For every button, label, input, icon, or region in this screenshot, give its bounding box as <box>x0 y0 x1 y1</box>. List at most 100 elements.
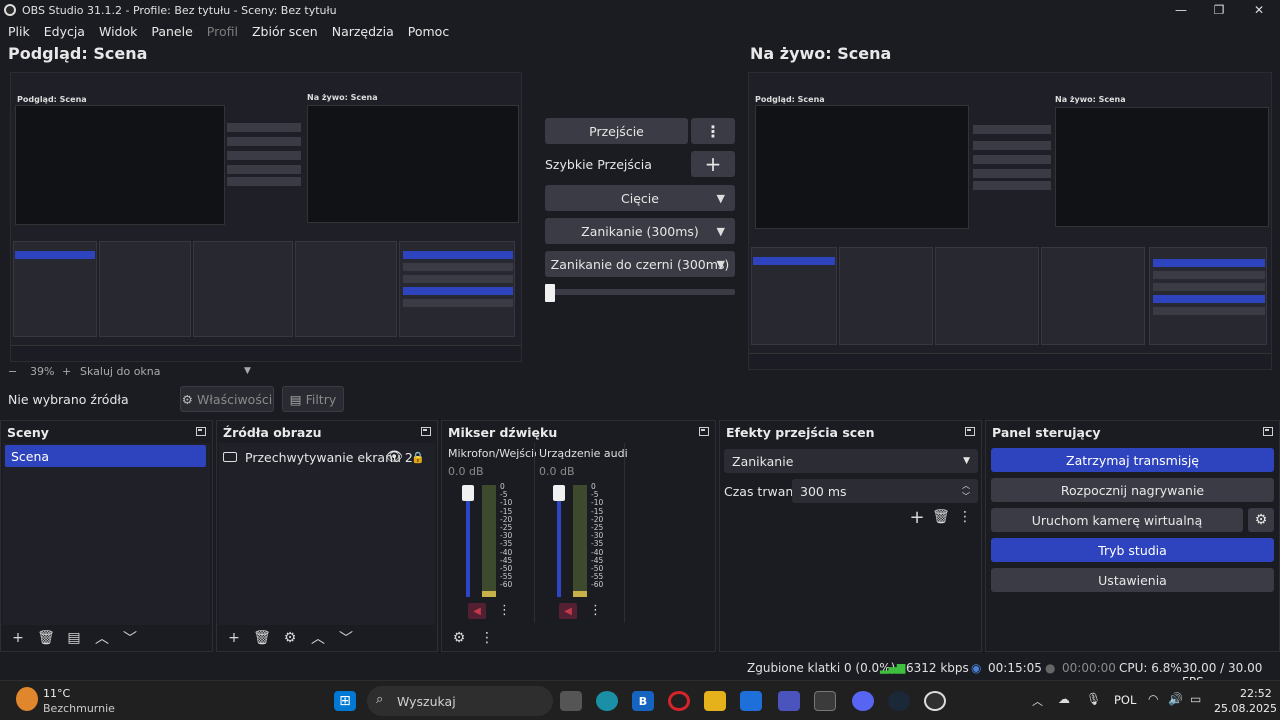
taskbar-search[interactable]: ⌕ Wyszukaj <box>367 686 553 716</box>
advanced-audio-gear-icon[interactable]: ⚙ <box>448 628 470 648</box>
channel-volume-db: 0.0 dB <box>539 465 575 478</box>
properties-button[interactable]: ⚙ Właściwości <box>180 386 274 412</box>
quick-transition-fade[interactable]: Zanikanie (300ms) ▼ <box>545 218 735 244</box>
windows-taskbar: 11°C Bezchmurnie ⊞ ⌕ Wyszukaj B ︿ ☁ 🎙 PO… <box>0 680 1280 720</box>
menu-file[interactable]: Plik <box>8 24 30 39</box>
move-up-chevron-up-icon[interactable]: ︿ <box>307 628 329 648</box>
undock-icon[interactable] <box>196 427 206 436</box>
task-view-icon[interactable] <box>560 691 582 711</box>
discord-icon[interactable] <box>852 691 874 711</box>
transition-select[interactable]: Zanikanie ▼ <box>724 449 978 473</box>
weather-icon[interactable] <box>16 687 38 711</box>
source-properties-gear-icon[interactable]: ⚙ <box>279 628 301 648</box>
clock-time[interactable]: 22:52 <box>1240 687 1272 700</box>
input-language[interactable]: POL <box>1114 693 1136 707</box>
scene-filters-icon[interactable]: ▤ <box>63 628 85 648</box>
menu-view[interactable]: Widok <box>99 24 137 39</box>
menu-profile[interactable]: Profil <box>207 24 238 39</box>
fader-knob[interactable] <box>462 485 474 501</box>
filters-button[interactable]: ▤ Filtry <box>282 386 344 412</box>
chevron-down-icon: ▼ <box>716 224 725 238</box>
preview-title: Podgląd: Scena <box>8 44 148 63</box>
remove-scene-trash-icon[interactable]: 🗑 <box>35 628 57 648</box>
obs-taskbar-icon[interactable] <box>924 691 946 711</box>
mute-speaker-icon[interactable]: ◀ <box>559 603 577 619</box>
start-virtual-camera-button[interactable]: Uruchom kamerę wirtualną <box>991 508 1243 532</box>
undock-icon[interactable] <box>421 427 431 436</box>
chevron-down-icon[interactable]: ▼ <box>244 366 251 376</box>
chevron-down-icon: ▼ <box>716 257 725 271</box>
add-scene-plus-icon[interactable]: + <box>7 628 29 648</box>
close-button[interactable]: ✕ <box>1240 0 1278 20</box>
store-icon[interactable] <box>814 691 836 711</box>
file-explorer-icon[interactable] <box>704 691 726 711</box>
dropbox-icon[interactable] <box>740 691 762 711</box>
move-down-chevron-down-icon[interactable]: ﹀ <box>119 628 141 648</box>
live-canvas[interactable]: Podgląd: Scena Na żywo: Scena <box>748 72 1272 370</box>
volume-fader[interactable] <box>553 485 565 597</box>
duration-spinbox[interactable]: 300 ms ︿ ﹀ <box>792 479 978 503</box>
menu-tools[interactable]: Narzędzia <box>332 24 394 39</box>
remove-source-trash-icon[interactable]: 🗑 <box>251 628 273 648</box>
cloud-icon[interactable]: ☁ <box>1058 692 1070 706</box>
opera-icon[interactable] <box>668 691 690 711</box>
maximize-button[interactable]: ❐ <box>1200 0 1238 20</box>
mute-speaker-icon[interactable]: ◀ <box>468 603 486 619</box>
spin-down-icon[interactable]: ﹀ <box>962 491 970 502</box>
undock-icon[interactable] <box>1263 427 1273 436</box>
steam-icon[interactable] <box>888 691 910 711</box>
t-bar-slider[interactable] <box>545 284 735 302</box>
undock-icon[interactable] <box>965 427 975 436</box>
menu-help[interactable]: Pomoc <box>408 24 449 39</box>
zoom-out-icon[interactable]: − <box>8 365 17 378</box>
quick-transition-fade-black[interactable]: Zanikanie do czerni (300ms) ▼ <box>545 251 735 277</box>
remove-transition-trash-icon[interactable]: 🗑 <box>930 507 952 527</box>
edge-browser-icon[interactable] <box>596 691 618 711</box>
spin-up-icon[interactable]: ︿ <box>962 480 970 491</box>
scene-item[interactable]: Scena <box>5 445 206 467</box>
clock-date[interactable]: 25.08.2025 <box>1214 702 1277 715</box>
transition-button[interactable]: Przejście <box>545 118 688 144</box>
stop-streaming-button[interactable]: Zatrzymaj transmisję <box>991 448 1274 472</box>
settings-button[interactable]: Ustawienia <box>991 568 1274 592</box>
add-quick-transition-plus-icon[interactable]: + <box>691 151 735 177</box>
bitwarden-icon[interactable]: B <box>632 691 654 711</box>
volume-fader[interactable] <box>462 485 474 597</box>
t-bar-handle[interactable] <box>545 284 555 302</box>
channel-menu-dots-icon[interactable]: ⋮ <box>498 603 511 619</box>
studio-mode-button[interactable]: Tryb studia <box>991 538 1274 562</box>
menu-edit[interactable]: Edycja <box>44 24 85 39</box>
move-up-chevron-up-icon[interactable]: ︿ <box>91 628 113 648</box>
transition-menu-dots-icon[interactable]: ⋮ <box>691 118 735 144</box>
add-transition-plus-icon[interactable]: + <box>906 507 928 528</box>
zoom-in-icon[interactable]: + <box>62 365 71 378</box>
start-recording-button[interactable]: Rozpocznij nagrywanie <box>991 478 1274 502</box>
menu-scene-collection[interactable]: Zbiór scen <box>252 24 318 39</box>
battery-icon[interactable]: ▭ <box>1190 692 1201 706</box>
windows-start-icon[interactable]: ⊞ <box>334 691 356 711</box>
live-title: Na żywo: Scena <box>750 44 892 63</box>
teams-icon[interactable] <box>778 691 800 711</box>
move-down-chevron-down-icon[interactable]: ﹀ <box>335 628 357 648</box>
fader-knob[interactable] <box>553 485 565 501</box>
source-item[interactable]: Przechwytywanie ekranu 2 👁 🔒 <box>223 447 431 467</box>
quick-transition-cut[interactable]: Cięcie ▼ <box>545 185 735 211</box>
zoom-mode-select[interactable]: Skaluj do okna <box>80 365 161 378</box>
transition-menu-dots-icon[interactable]: ⋮ <box>954 507 976 527</box>
preview-canvas[interactable]: Podgląd: Scena Na żywo: Scena <box>10 72 522 362</box>
add-source-plus-icon[interactable]: + <box>223 628 245 648</box>
eye-visibility-icon[interactable]: 👁 <box>385 449 403 465</box>
channel-menu-dots-icon[interactable]: ⋮ <box>589 603 602 619</box>
wifi-icon[interactable]: ◠ <box>1148 692 1158 706</box>
speaker-icon[interactable]: 🔊 <box>1168 692 1183 706</box>
mixer-menu-dots-icon[interactable]: ⋮ <box>476 628 498 648</box>
bitrate: 6312 kbps <box>906 661 969 675</box>
menu-docks[interactable]: Panele <box>151 24 192 39</box>
undock-icon[interactable] <box>699 427 709 436</box>
minimize-button[interactable]: — <box>1162 0 1200 20</box>
microphone-icon[interactable]: 🎙 <box>1086 692 1101 706</box>
status-bar: Zgubione klatki 0 (0.0%) ▂▄▆ 6312 kbps ◉… <box>0 656 1280 689</box>
chevron-up-icon[interactable]: ︿ <box>1032 693 1043 709</box>
virtual-camera-settings-gear-icon[interactable]: ⚙ <box>1248 508 1274 532</box>
lock-icon[interactable]: 🔒 <box>411 451 425 464</box>
